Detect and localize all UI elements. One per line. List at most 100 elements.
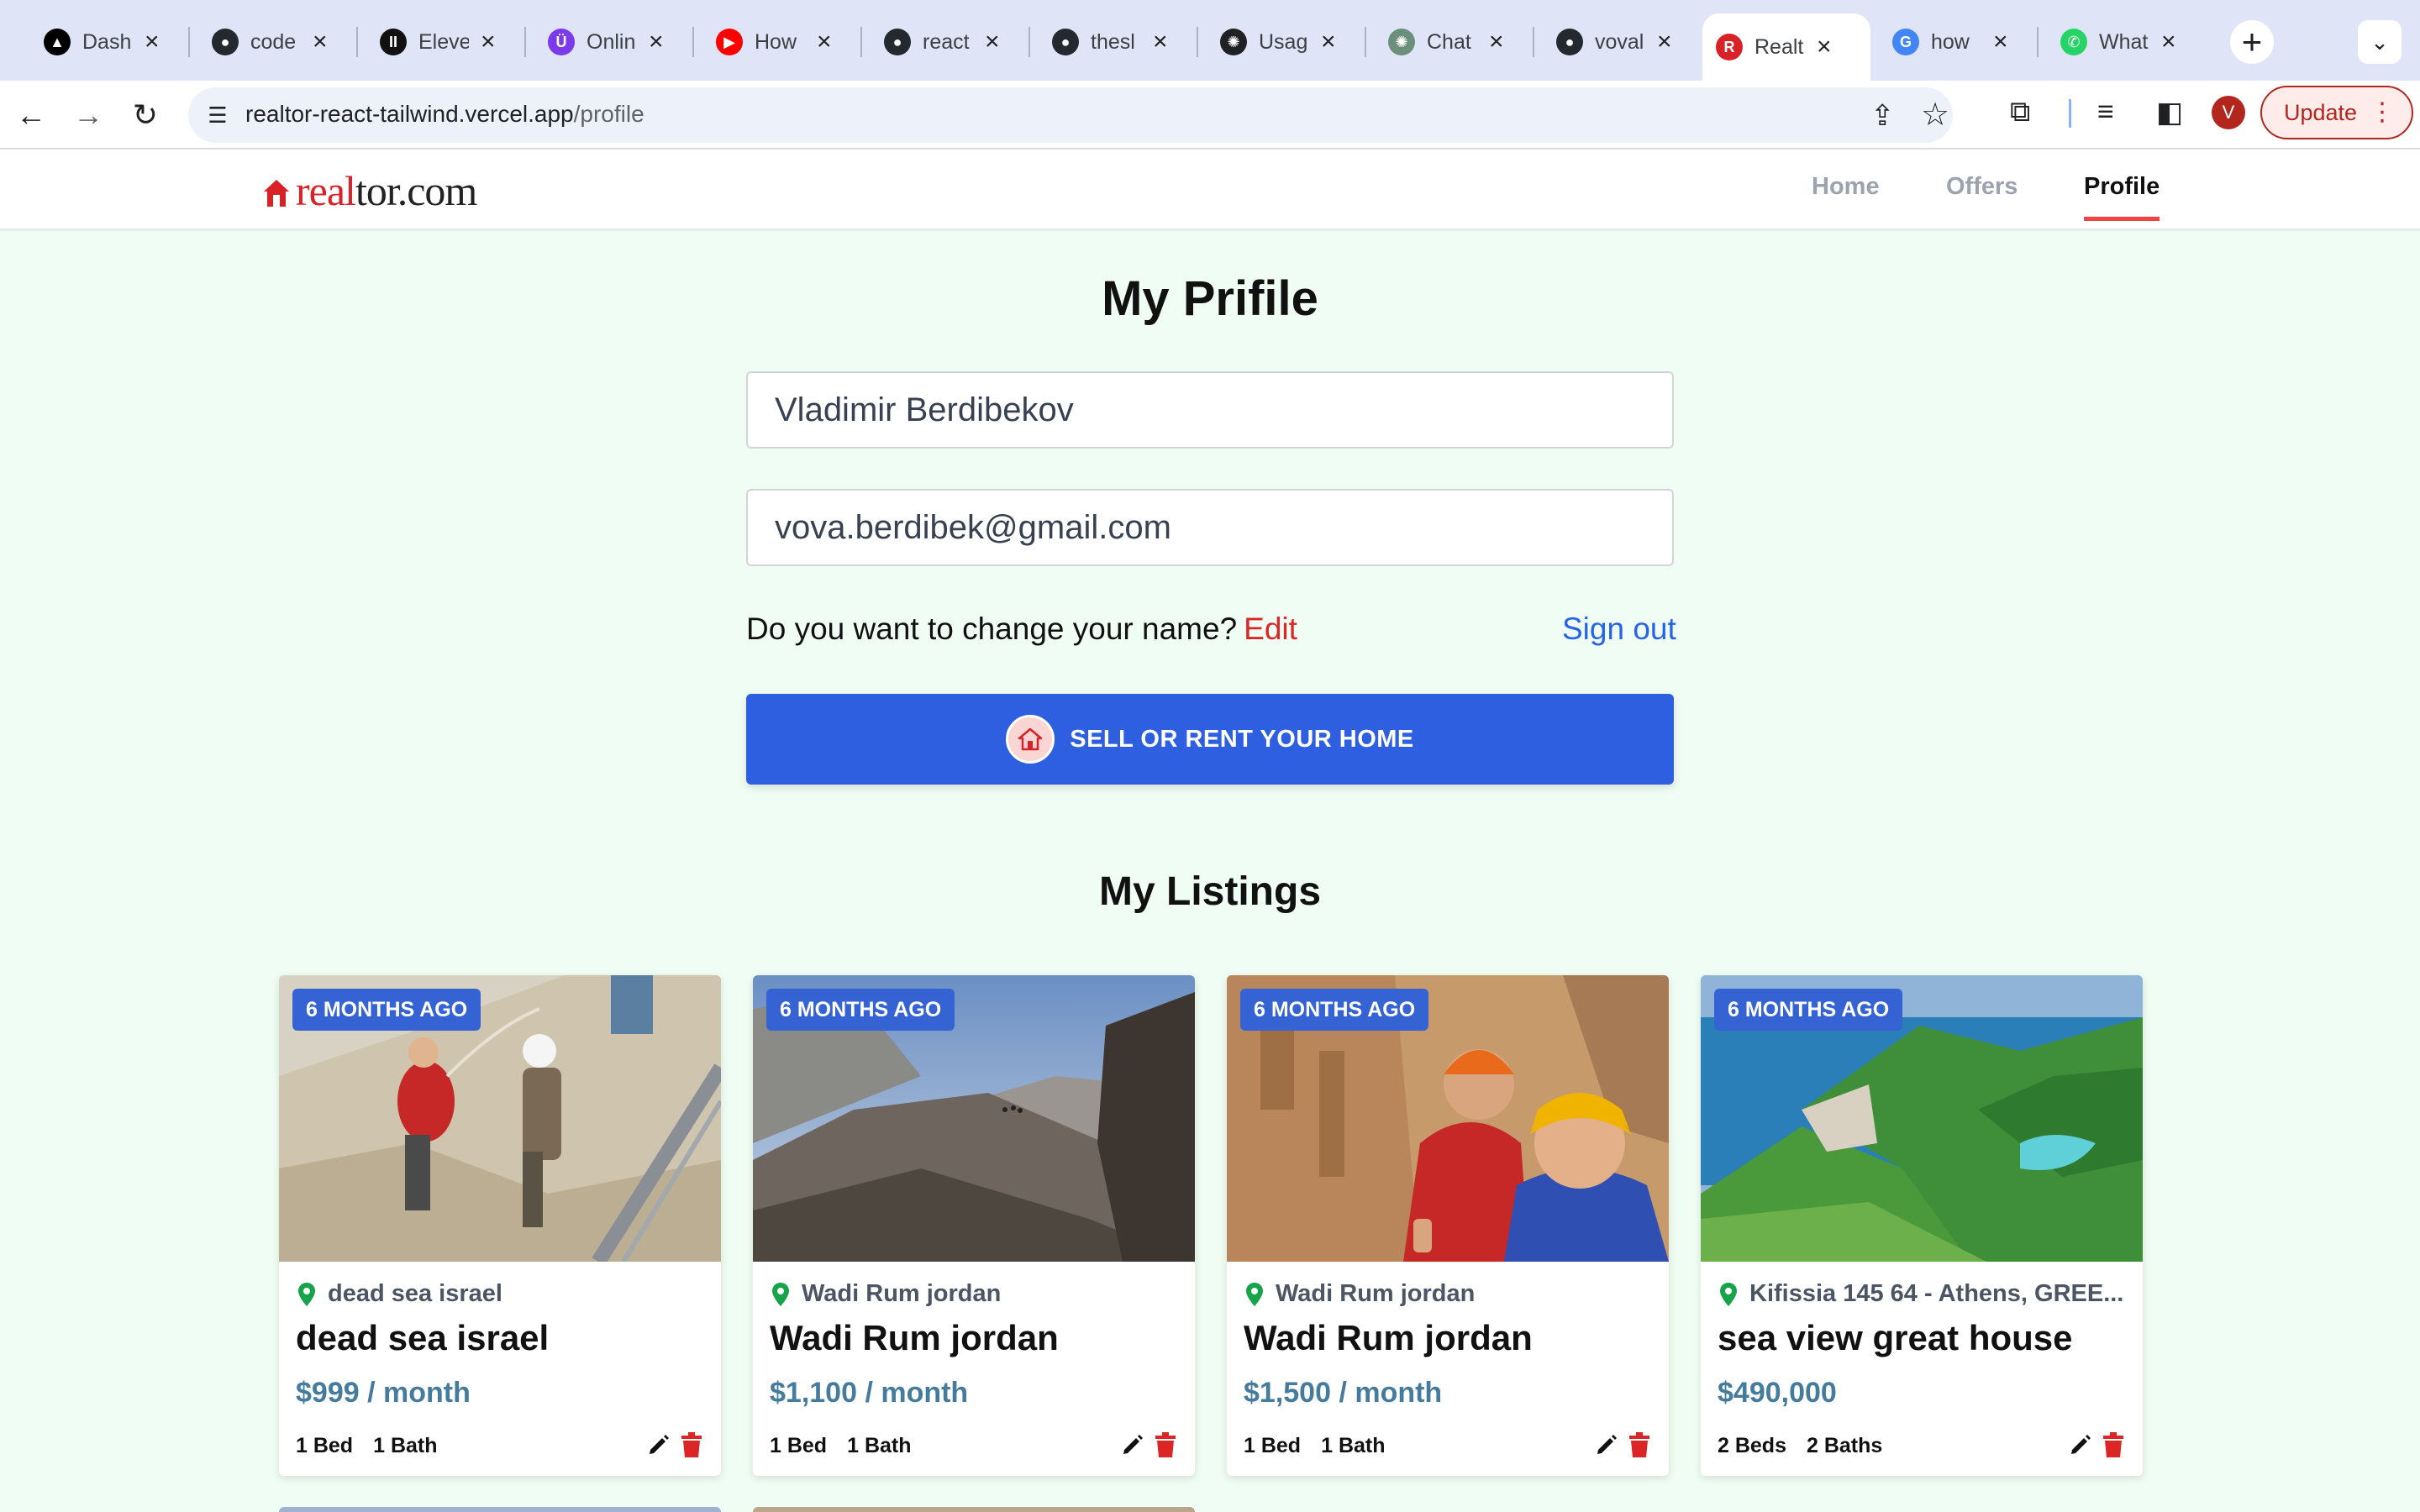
listing-beds: 1 Bed bbox=[296, 1434, 354, 1457]
github-icon: ● bbox=[1556, 29, 1583, 55]
browser-tab-title: Dash bbox=[82, 29, 132, 54]
listing-card[interactable]: 6 MONTHS AGO Wadi Rum jordan Wadi Rum jo… bbox=[1227, 975, 1669, 1476]
nav-profile[interactable]: Profile bbox=[2084, 173, 2160, 221]
close-tab-icon[interactable]: × bbox=[1321, 29, 1336, 55]
browser-tab-title: What bbox=[2099, 29, 2149, 54]
edit-name-link[interactable]: Edit bbox=[1244, 612, 1297, 646]
sell-or-rent-button[interactable]: SELL OR RENT YOUR HOME bbox=[746, 694, 1674, 785]
edit-pencil-icon[interactable] bbox=[647, 1433, 671, 1457]
browser-tab[interactable]: ✺ Usag × bbox=[1207, 13, 1361, 71]
media-controls-icon[interactable]: ≡ bbox=[2097, 96, 2114, 129]
realtor-logo[interactable]: real tor.com bbox=[262, 166, 477, 215]
logo-text-real: real bbox=[296, 167, 356, 214]
browser-tab-title: How bbox=[755, 29, 797, 54]
browser-tab-title: Onlin bbox=[587, 29, 636, 54]
close-tab-icon[interactable]: × bbox=[2161, 29, 2176, 55]
close-tab-icon[interactable]: × bbox=[1657, 29, 1672, 55]
close-tab-icon[interactable]: × bbox=[313, 29, 328, 55]
bookmark-star-icon[interactable]: ☆ bbox=[1921, 96, 1949, 134]
tab-separator bbox=[1197, 27, 1198, 57]
forward-arrow-icon[interactable]: → bbox=[67, 94, 109, 136]
edit-pencil-icon[interactable] bbox=[2069, 1433, 2092, 1457]
close-tab-icon[interactable]: × bbox=[1489, 29, 1504, 55]
listing-features: 1 Bed 1 Bath bbox=[1244, 1434, 1386, 1458]
side-panel-icon[interactable]: ◧ bbox=[2156, 96, 2183, 129]
name-field[interactable]: Vladimir Berdibekov bbox=[746, 371, 1674, 449]
listing-features: 1 Bed 1 Bath bbox=[296, 1434, 438, 1458]
listing-card[interactable]: 6 MONTHS AGO Kifissia 145 64 - Athens, G… bbox=[1701, 975, 2143, 1476]
close-tab-icon[interactable]: × bbox=[481, 29, 496, 55]
close-tab-icon[interactable]: × bbox=[1817, 34, 1832, 60]
extensions-icon[interactable]: ⧉ bbox=[2010, 96, 2030, 129]
listing-card[interactable]: 6 MONTHS AGO dead sea israel dead sea is… bbox=[279, 975, 721, 1476]
nav-home[interactable]: Home bbox=[1812, 173, 1880, 201]
edit-pencil-icon[interactable] bbox=[1595, 1433, 1618, 1457]
listing-card-next-row[interactable] bbox=[279, 1507, 721, 1512]
back-arrow-icon[interactable]: ← bbox=[10, 94, 52, 136]
sign-out-link[interactable]: Sign out bbox=[1562, 612, 1676, 647]
browser-tab[interactable]: ✺ Chat × bbox=[1375, 13, 1529, 71]
browser-tab[interactable]: II Eleve × bbox=[366, 13, 521, 71]
tab-separator bbox=[188, 27, 190, 57]
browser-tab[interactable]: ▶ How × bbox=[702, 13, 857, 71]
listing-features: 1 Bed 1 Bath bbox=[770, 1434, 912, 1458]
close-tab-icon[interactable]: × bbox=[145, 29, 160, 55]
delete-trash-icon[interactable] bbox=[1628, 1432, 1650, 1457]
listing-name: sea view great house bbox=[1718, 1318, 2073, 1357]
listing-date-badge: 6 MONTHS AGO bbox=[766, 989, 955, 1031]
browser-tab[interactable]: ● thesl × bbox=[1039, 13, 1193, 71]
delete-trash-icon[interactable] bbox=[681, 1432, 702, 1457]
youtube-icon: ▶ bbox=[716, 29, 743, 55]
browser-tab[interactable]: ● react × bbox=[871, 13, 1025, 71]
url-text[interactable]: realtor-react-tailwind.vercel.app/profil… bbox=[245, 101, 644, 128]
address-bar[interactable]: ☰ realtor-react-tailwind.vercel.app/prof… bbox=[188, 87, 1953, 143]
new-tab-button[interactable]: + bbox=[2230, 20, 2274, 64]
email-field[interactable]: vova.berdibek@gmail.com bbox=[746, 489, 1674, 566]
tab-separator bbox=[1365, 27, 1366, 57]
tab-separator bbox=[1028, 27, 1030, 57]
delete-trash-icon[interactable] bbox=[1155, 1432, 1176, 1457]
url-host: realtor-react-tailwind.vercel.app bbox=[245, 101, 574, 127]
tab-separator bbox=[860, 27, 862, 57]
browser-tab[interactable]: ✆ What × bbox=[2047, 13, 2202, 71]
listing-card-next-row[interactable] bbox=[753, 1507, 1195, 1512]
change-name-question: Do you want to change your name? bbox=[746, 612, 1238, 646]
profile-avatar[interactable]: V bbox=[2212, 96, 2245, 129]
share-icon[interactable]: ⇪ bbox=[1870, 99, 1895, 133]
reload-icon[interactable]: ↻ bbox=[124, 94, 166, 136]
update-button[interactable]: Update ⋮ bbox=[2260, 86, 2413, 139]
browser-tab[interactable]: ● voval × bbox=[1543, 13, 1697, 71]
browser-tab[interactable]: ● code × bbox=[198, 13, 353, 71]
listing-name: dead sea israel bbox=[296, 1318, 550, 1357]
browser-tab[interactable]: Ü Onlin × bbox=[534, 13, 689, 71]
browser-tab-title: thesl bbox=[1091, 29, 1135, 54]
delete-trash-icon[interactable] bbox=[2102, 1432, 2124, 1457]
close-tab-icon[interactable]: × bbox=[1993, 29, 2008, 55]
tab-search-button[interactable]: ⌄ bbox=[2358, 20, 2402, 64]
listing-price: $1,500 / month bbox=[1244, 1377, 1443, 1409]
browser-tab[interactable]: Ghow × bbox=[1879, 13, 2033, 71]
close-tab-icon[interactable]: × bbox=[649, 29, 664, 55]
github-icon: ● bbox=[1052, 29, 1079, 55]
close-tab-icon[interactable]: × bbox=[1153, 29, 1168, 55]
more-menu-icon[interactable]: ⋮ bbox=[2370, 97, 2395, 127]
listing-card[interactable]: 6 MONTHS AGO Wadi Rum jordan Wadi Rum jo… bbox=[753, 975, 1195, 1476]
listing-location-text: Wadi Rum jordan bbox=[1276, 1280, 1476, 1307]
listing-beds: 1 Bed bbox=[1244, 1434, 1302, 1457]
close-tab-icon[interactable]: × bbox=[817, 29, 832, 55]
nav-offers[interactable]: Offers bbox=[1946, 173, 2018, 201]
browser-tab[interactable]: R Realt × bbox=[1702, 13, 1870, 81]
tab-separator bbox=[356, 27, 358, 57]
close-tab-icon[interactable]: × bbox=[985, 29, 1000, 55]
browser-tab-title: Eleve bbox=[418, 29, 469, 54]
listing-beds: 2 Beds bbox=[1718, 1434, 1786, 1457]
browser-tab[interactable]: ▲ Dash × bbox=[30, 13, 185, 71]
whatsapp-icon: ✆ bbox=[2060, 29, 2087, 55]
edit-pencil-icon[interactable] bbox=[1121, 1433, 1144, 1457]
online-icon: Ü bbox=[548, 29, 575, 55]
browser-tab-title: react bbox=[923, 29, 970, 54]
browser-tab-title: Chat bbox=[1427, 29, 1471, 54]
site-info-icon[interactable]: ☰ bbox=[203, 101, 232, 129]
listing-date-badge: 6 MONTHS AGO bbox=[1240, 989, 1429, 1031]
my-listings-title: My Listings bbox=[1098, 869, 1322, 914]
